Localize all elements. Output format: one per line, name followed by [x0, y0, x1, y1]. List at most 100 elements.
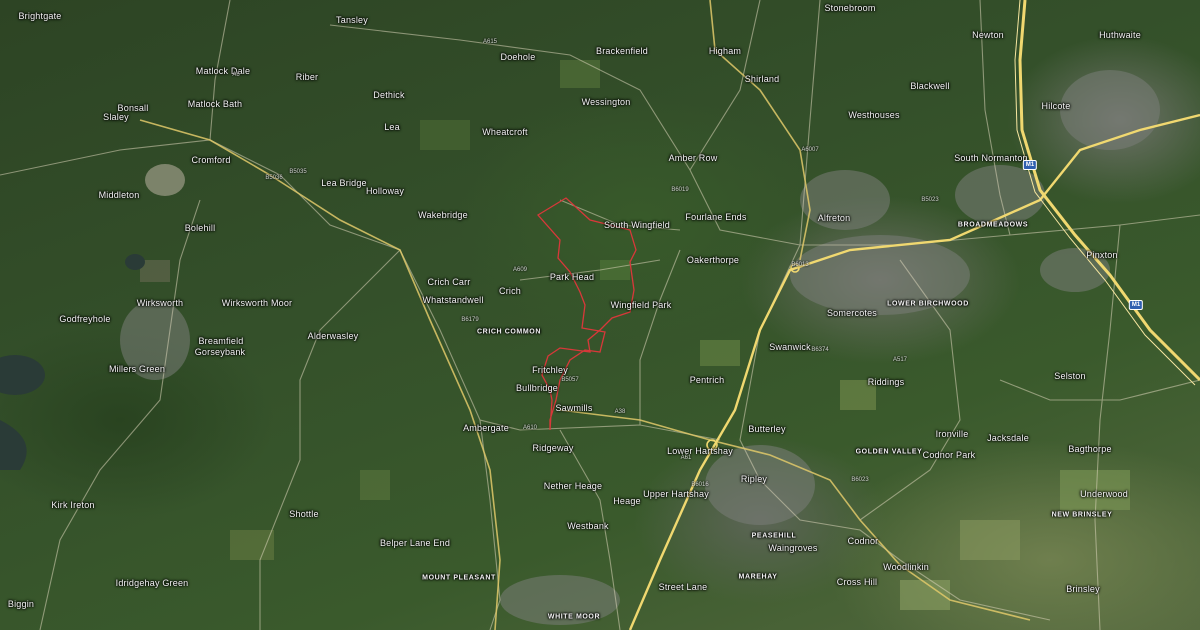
motorway-shield: M1 [1022, 160, 1038, 170]
place-label: Bullbridge [515, 383, 559, 393]
area-label: WHITE MOOR [547, 613, 601, 621]
place-label: Brightgate [18, 11, 62, 21]
place-label: South Normanton [954, 153, 1028, 163]
place-label: Wheatcroft [482, 127, 528, 137]
place-label: Alderwasley [307, 331, 359, 341]
a38-road [628, 113, 1200, 630]
area-label: LOWER BIRCHWOOD [887, 300, 969, 308]
road-ref-label: B6179 [461, 317, 479, 323]
place-label: Amber Row [668, 153, 718, 163]
place-label: Wirksworth [136, 298, 184, 308]
place-label: Higham [708, 46, 742, 56]
map-overlay [0, 0, 1200, 630]
place-label: Lea [384, 122, 400, 132]
road-ref-label: B6374 [811, 347, 829, 353]
place-label: Somercotes [826, 308, 878, 318]
road-ref-label: B6013 [791, 262, 809, 268]
place-label: Huthwaite [1099, 30, 1141, 40]
place-label: Underwood [1080, 489, 1128, 499]
place-label: Shirland [744, 74, 780, 84]
road-ref-label: A609 [512, 267, 528, 273]
road-ref-label: A61 [680, 455, 692, 461]
place-label: Brackenfield [596, 46, 648, 56]
place-label: Ambergate [463, 423, 509, 433]
area-label: CRICH COMMON [477, 328, 541, 336]
road-ref-label: A610 [522, 425, 538, 431]
place-label: Matlock Bath [187, 99, 243, 109]
area-label: PEASEHILL [751, 532, 797, 540]
place-label: Codnor Park [922, 450, 976, 460]
place-label: Gorseybank [194, 347, 246, 357]
motorway-shield: M1 [1128, 300, 1144, 310]
place-label: Heage [613, 496, 641, 506]
place-label: Wakebridge [418, 210, 468, 220]
place-label: Ridgeway [532, 443, 574, 453]
place-label: Matlock Dale [195, 66, 251, 76]
water-bodies [0, 254, 145, 470]
place-label: Breamfield [198, 336, 244, 346]
place-label: Fourlane Ends [685, 212, 747, 222]
place-label: Belper Lane End [379, 538, 451, 548]
place-label: Millers Green [108, 364, 166, 374]
place-label: Butterley [748, 424, 786, 434]
place-label: Doehole [500, 52, 536, 62]
place-label: Alfreton [817, 213, 851, 223]
road-ref-label: B5057 [561, 377, 579, 383]
place-label: Crich [498, 286, 522, 296]
road-ref-label: B6023 [851, 477, 869, 483]
place-label: Wingfield Park [610, 300, 672, 310]
place-label: Upper Hartshay [643, 489, 709, 499]
road-ref-label: B6016 [691, 482, 709, 488]
terrain-patches [140, 60, 1130, 610]
place-label: Kirk Ireton [51, 500, 95, 510]
place-label: Wirksworth Moor [221, 298, 293, 308]
place-label: Oakerthorpe [686, 255, 740, 265]
road-ref-label: A517 [892, 357, 908, 363]
road-ref-label: A38 [614, 409, 626, 415]
road-ref-label: A6 [232, 72, 240, 78]
place-label: Woodlinkin [883, 562, 929, 572]
road-ref-label: A615 [482, 39, 498, 45]
place-label: Ripley [740, 474, 768, 484]
place-label: Bagthorpe [1068, 444, 1112, 454]
area-label: MOUNT PLEASANT [422, 574, 496, 582]
place-label: Biggin [7, 599, 35, 609]
place-label: Riber [295, 72, 319, 82]
place-label: Street Lane [658, 582, 708, 592]
place-label: Westhouses [848, 110, 900, 120]
place-label: Codnor [847, 536, 879, 546]
place-label: Tansley [336, 15, 368, 25]
place-label: Selston [1054, 371, 1086, 381]
place-label: Ironville [935, 429, 969, 439]
place-label: Godfreyhole [59, 314, 111, 324]
place-label: Pentrich [689, 375, 725, 385]
place-label: Lea Bridge [321, 178, 367, 188]
place-label: Idridgehay Green [115, 578, 189, 588]
place-label: Park Head [549, 272, 595, 282]
boundary-outline [536, 197, 637, 431]
place-label: Blackwell [910, 81, 950, 91]
place-label: Wessington [581, 97, 631, 107]
road-ref-label: A6007 [801, 147, 819, 153]
place-label: Fritchley [532, 365, 568, 375]
place-label: Lower Hartshay [667, 446, 733, 456]
place-label: Sawmills [555, 403, 593, 413]
place-label: Cross Hill [836, 577, 878, 587]
area-label: GOLDEN VALLEY [855, 448, 923, 456]
satellite-map[interactable]: Brightgate Tansley Stonebroom Matlock Dale D… [0, 0, 1200, 630]
place-label: South Wingfield [603, 220, 671, 230]
place-label: Nether Heage [543, 481, 603, 491]
place-label: Dethick [373, 90, 405, 100]
place-label: Jacksdale [987, 433, 1029, 443]
place-label: Cromford [191, 155, 231, 165]
area-label: NEW BRINSLEY [1051, 511, 1113, 519]
area-label: MAREHAY [738, 573, 778, 581]
place-label: Swanwick [769, 342, 811, 352]
place-label: Slaley [103, 112, 129, 122]
place-label: Holloway [365, 186, 405, 196]
place-label: Hilcote [1041, 101, 1071, 111]
road-ref-label: B5035 [289, 169, 307, 175]
road-ref-label: B5023 [921, 197, 939, 203]
place-label: Stonebroom [824, 3, 876, 13]
place-label: Waingroves [768, 543, 818, 553]
